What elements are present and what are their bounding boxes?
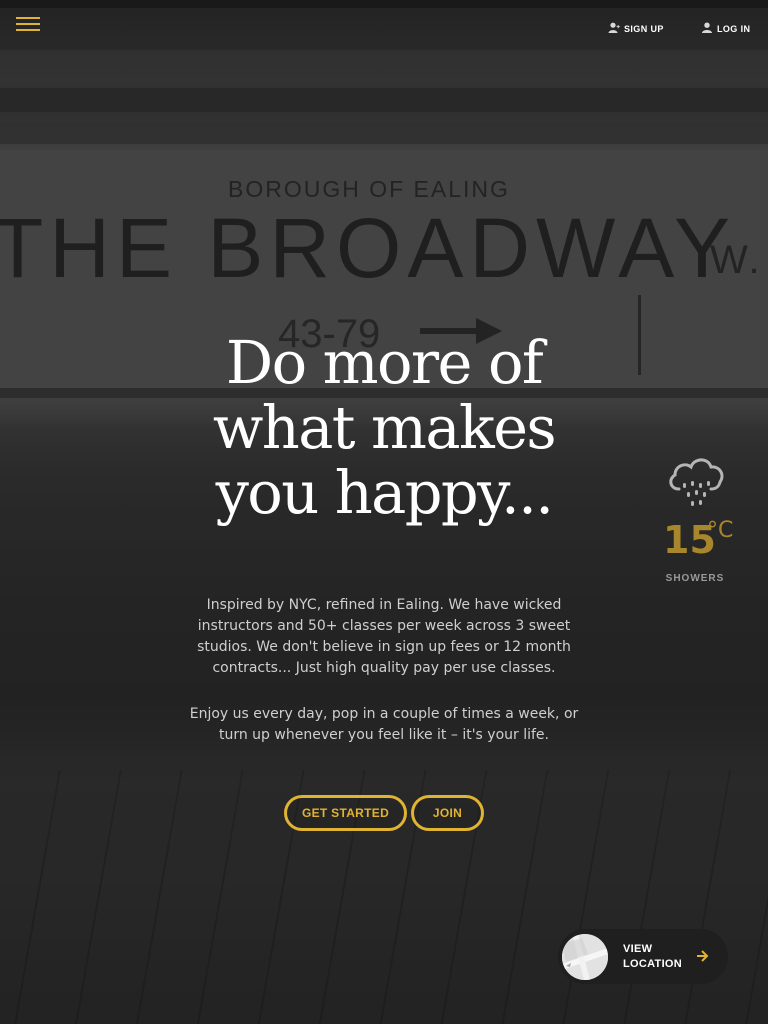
user-icon: [701, 22, 713, 34]
weather-condition: SHOWERS: [665, 573, 725, 584]
hero-title-line-3: you happy...: [215, 458, 554, 527]
temperature-unit: °C: [707, 518, 734, 543]
add-user-icon: [608, 22, 620, 34]
login-link[interactable]: LOG IN: [701, 21, 750, 34]
view-location-line-2: LOCATION: [623, 958, 683, 970]
hero-title-line-1: Do more of: [225, 328, 544, 397]
login-label: LOG IN: [717, 24, 751, 34]
hero-secondary-paragraph: Enjoy us every day, pop in a couple of t…: [189, 706, 579, 743]
signup-link[interactable]: SIGN UP: [608, 21, 664, 34]
hero-title-line-2: what makes: [212, 393, 557, 462]
view-location-line-1: VIEW: [623, 943, 653, 955]
hero-intro-paragraph: Inspired by NYC, refined in Ealing. We h…: [197, 597, 571, 676]
join-button[interactable]: JOIN: [411, 795, 484, 831]
hero-title: Do more of what makes you happy...: [184, 330, 584, 525]
signup-label: SIGN UP: [624, 24, 664, 34]
view-location-button[interactable]: VIEW LOCATION: [558, 929, 728, 984]
hamburger-menu-icon[interactable]: [16, 15, 42, 33]
arrow-right-icon: [697, 950, 709, 962]
get-started-button[interactable]: GET STARTED: [284, 795, 407, 831]
map-thumbnail: [562, 934, 608, 980]
rain-cloud-icon: [669, 458, 724, 506]
view-location-label: VIEW LOCATION: [623, 942, 693, 972]
